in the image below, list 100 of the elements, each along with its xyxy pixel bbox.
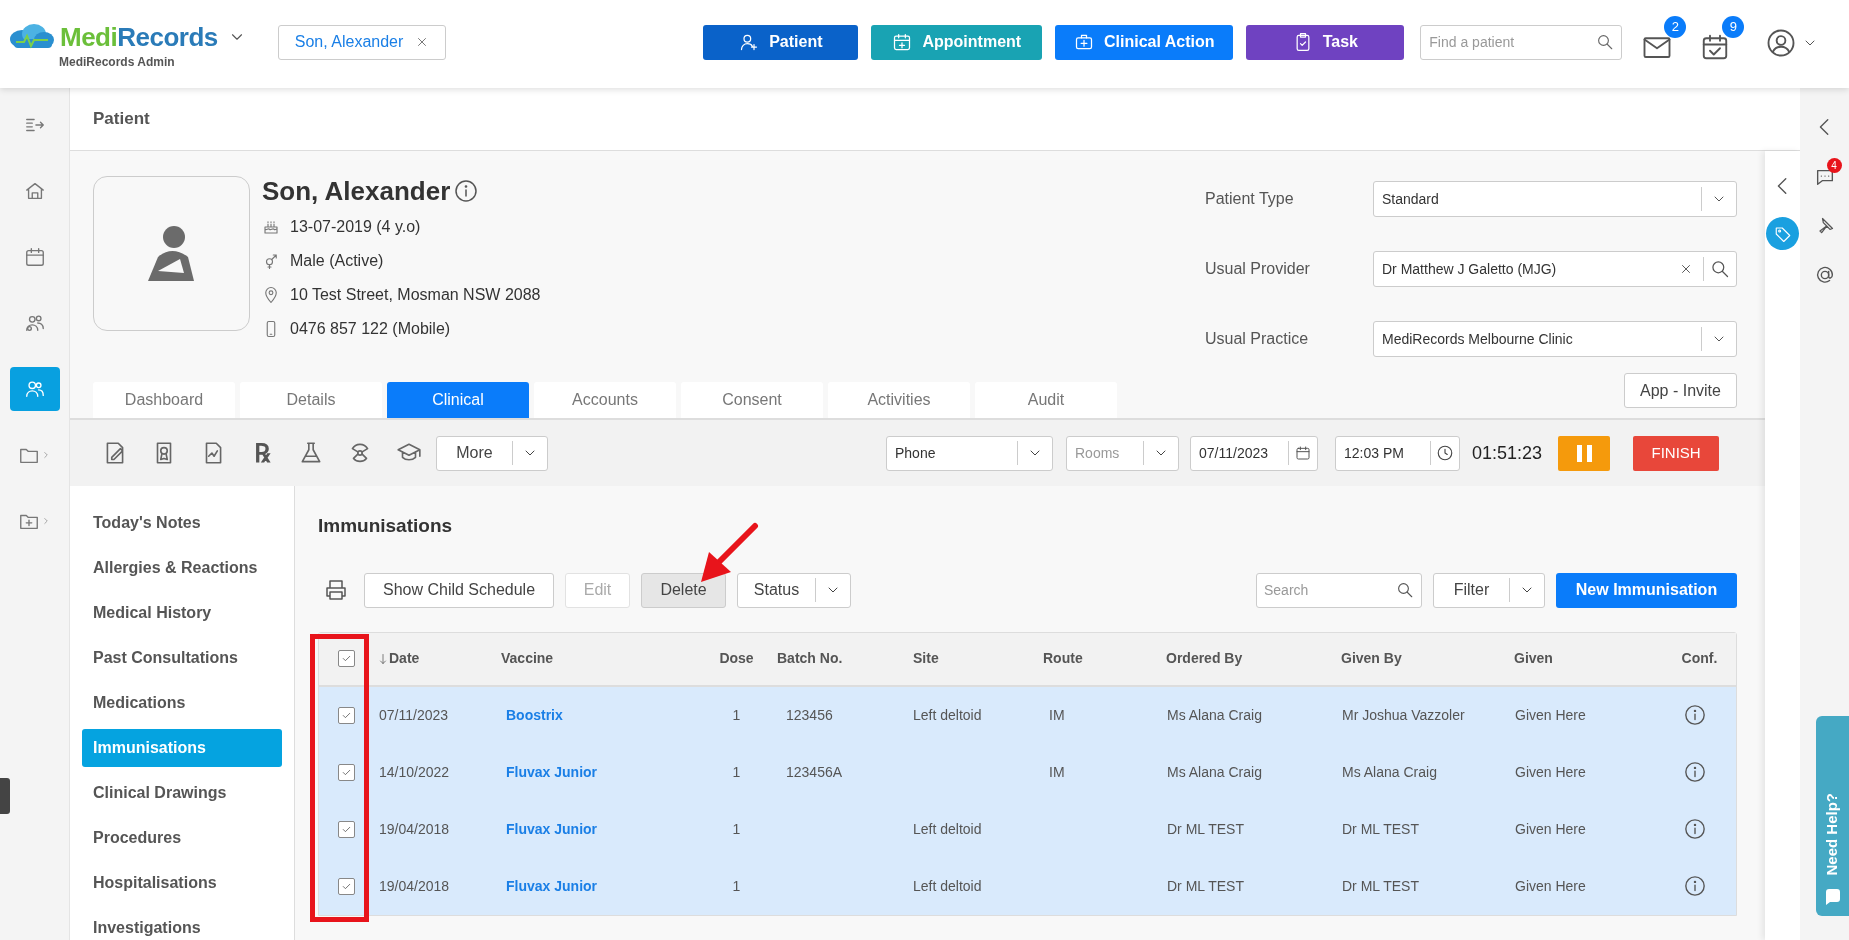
delete-button[interactable]: Delete: [641, 572, 726, 608]
date-field[interactable]: 07/11/2023: [1190, 435, 1318, 471]
table-cell: 1: [732, 763, 741, 780]
table-row[interactable]: 14/10/2022 Fluvax Junior 1 123456A IM Ms Alana Craig Ms Alana Craig Given Here: [319, 743, 1736, 801]
row-checkbox[interactable]: [337, 763, 355, 781]
table-cell: 1: [732, 877, 741, 894]
calendar-add-icon: [892, 32, 913, 52]
patient-name: Son, Alexander: [262, 174, 451, 208]
table-cell: Ms Alana Craig: [1342, 763, 1437, 780]
table-cell: 1: [732, 706, 741, 723]
tab[interactable]: Accounts: [534, 382, 676, 418]
tag-button[interactable]: [1766, 217, 1799, 250]
column-header[interactable]: Conf.: [1681, 650, 1718, 666]
sort-down-icon: [377, 651, 389, 666]
column-header[interactable]: Route: [1043, 650, 1083, 666]
clinical-nav-item[interactable]: Medications: [82, 684, 282, 722]
calendar-icon: [1295, 445, 1311, 461]
select-field[interactable]: MediRecords Melbourne Clinic: [1373, 321, 1737, 357]
table-cell: Given Here: [1515, 706, 1586, 723]
table-cell: Ms Alana Craig: [1167, 763, 1262, 780]
tasks-calendar-button[interactable]: 9: [1700, 16, 1745, 62]
clinical-nav-item[interactable]: Clinical Drawings: [82, 774, 282, 812]
table-cell: Dr ML TEST: [1342, 820, 1419, 837]
table-cell: 123456: [786, 706, 833, 723]
finish-button[interactable]: FINISH: [1633, 435, 1720, 471]
table-row[interactable]: 19/04/2018 Fluvax Junior 1 Left deltoid Dr ML TEST Dr ML TEST Given Here: [319, 857, 1736, 915]
tab[interactable]: Activities: [828, 382, 970, 418]
more-dropdown[interactable]: More: [436, 435, 548, 471]
status-dropdown[interactable]: Status: [737, 572, 851, 608]
column-header[interactable]: Given By: [1341, 650, 1402, 666]
table-row[interactable]: 19/04/2018 Fluvax Junior 1 Left deltoid Dr ML TEST Dr ML TEST Given Here: [319, 800, 1736, 858]
tab[interactable]: Clinical: [387, 382, 529, 418]
column-header[interactable]: Date: [389, 648, 420, 669]
clock-icon: [1436, 444, 1454, 462]
filter-dropdown[interactable]: Filter: [1433, 572, 1545, 608]
patient-search-field[interactable]: Find a patient: [1420, 24, 1623, 60]
tab[interactable]: Consent: [681, 382, 823, 418]
clinical-nav-item[interactable]: Medical History: [82, 594, 282, 632]
row-checkbox[interactable]: [337, 650, 355, 667]
provider-lookup-field[interactable]: Dr Matthew J Galetto (MJG): [1373, 251, 1737, 287]
chevron-right-icon: [41, 516, 51, 526]
table-cell: Dr ML TEST: [1342, 877, 1419, 894]
table-cell: Left deltoid: [913, 820, 982, 837]
prescription-button[interactable]: ℞: [249, 440, 275, 466]
clinical-nav-item[interactable]: Investigations: [82, 909, 282, 940]
task-button[interactable]: Task: [1246, 24, 1405, 60]
patient-button[interactable]: Patient: [703, 24, 859, 60]
tab[interactable]: Audit: [975, 382, 1117, 418]
clinical-action-button[interactable]: Clinical Action: [1055, 24, 1234, 60]
cake-icon: [262, 218, 280, 236]
row-checkbox[interactable]: [337, 820, 355, 838]
encounter-type-select[interactable]: Phone: [886, 435, 1053, 471]
map-pin-icon: [262, 286, 280, 304]
clinical-nav-item[interactable]: Hospitalisations: [82, 864, 282, 902]
table-search-field[interactable]: Search: [1256, 572, 1422, 608]
table-cell: IM: [1049, 763, 1065, 780]
clinical-nav-item[interactable]: Procedures: [82, 819, 282, 857]
row-checkbox[interactable]: [337, 706, 355, 724]
messages-button[interactable]: 2: [1642, 16, 1687, 62]
clinical-nav-item[interactable]: Today's Notes: [82, 504, 282, 542]
select-field[interactable]: Standard: [1373, 181, 1737, 217]
section-title: Immunisations: [318, 514, 454, 538]
patient-detail: 10 Test Street, Mosman NSW 2088: [290, 285, 541, 305]
column-header[interactable]: Site: [913, 650, 939, 666]
table-row[interactable]: 07/11/2023 Boostrix 1 123456 Left deltoid IM Ms Alana Craig Mr Joshua Vazzoler Given Here: [319, 686, 1736, 744]
app-invite-button[interactable]: App - Invite: [1624, 373, 1737, 408]
new-immunisation-button[interactable]: New Immunisation: [1556, 572, 1737, 608]
column-header[interactable]: Dose: [719, 650, 754, 666]
count-badge: 4: [1826, 158, 1842, 173]
clinical-nav-item[interactable]: Allergies & Reactions: [82, 549, 282, 587]
sidebar-item[interactable]: [9, 367, 60, 411]
child-schedule-button[interactable]: Show Child Schedule: [364, 572, 554, 608]
brand-name: MediRecords: [60, 24, 218, 50]
open-patient-name[interactable]: Son, Alexander: [294, 30, 404, 54]
tab[interactable]: Dashboard: [93, 382, 235, 418]
field-label: Patient Type: [1205, 189, 1295, 209]
count-badge: 9: [1722, 16, 1745, 38]
open-patient-tab[interactable]: Son, Alexander: [277, 24, 447, 60]
field-label: Usual Practice: [1205, 329, 1310, 349]
people-icon: [23, 312, 46, 334]
row-checkbox[interactable]: [337, 877, 355, 895]
time-field[interactable]: 12:03 PM: [1335, 435, 1460, 471]
column-header[interactable]: Ordered By: [1166, 650, 1243, 666]
table-cell: 123456A: [786, 763, 843, 780]
table-cell: Left deltoid: [913, 706, 982, 723]
table-cell: 19/04/2018: [379, 877, 450, 894]
tab[interactable]: Details: [240, 382, 382, 418]
account-name: MediRecords Admin: [59, 54, 176, 71]
medical-kit-icon: [1074, 32, 1095, 52]
user-icon: [1766, 28, 1797, 58]
table-cell: 07/11/2023: [379, 706, 449, 723]
count-badge: 2: [1664, 16, 1687, 38]
column-header[interactable]: Given: [1514, 650, 1553, 666]
people-icon: [23, 378, 46, 400]
column-header[interactable]: Vaccine: [501, 650, 554, 666]
clinical-nav-item[interactable]: Past Consultations: [82, 639, 282, 677]
table-cell: Given Here: [1515, 820, 1586, 837]
table-cell: 19/04/2018: [379, 820, 450, 837]
column-header[interactable]: Batch No.: [777, 650, 843, 666]
search-icon: [1596, 32, 1615, 51]
